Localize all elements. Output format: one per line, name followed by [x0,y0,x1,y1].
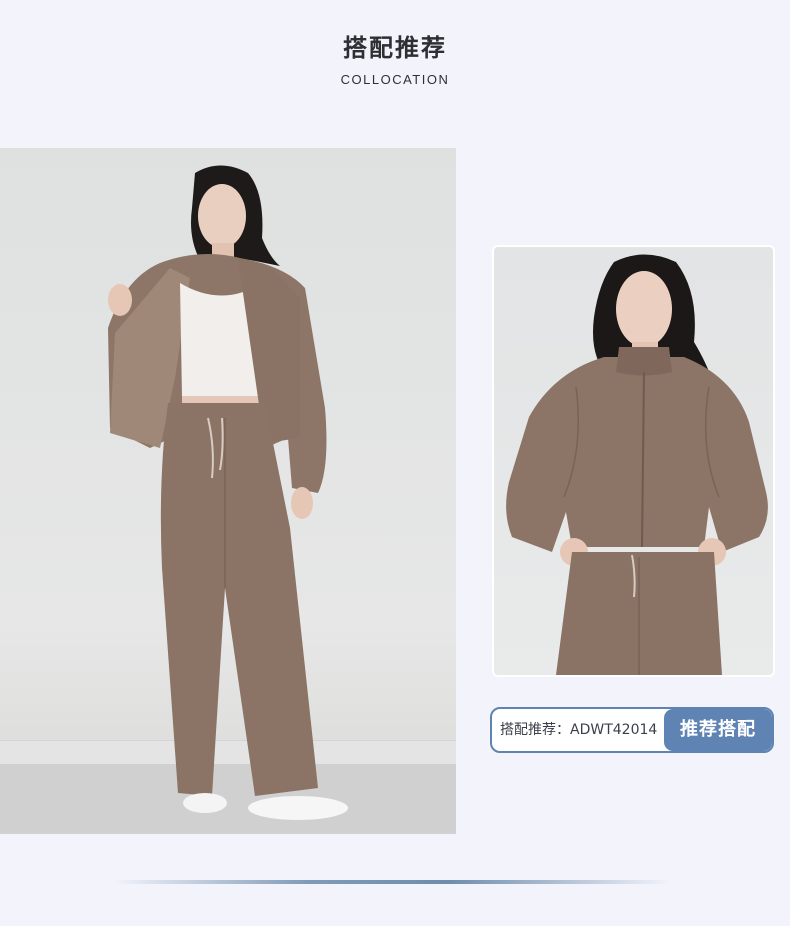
recommendation-label: 搭配推荐：ADWT42014 [500,722,658,738]
main-outfit-photo [0,148,456,834]
closeup-outfit-photo [492,245,775,677]
recommend-outfit-button[interactable]: 推荐搭配 [664,709,772,751]
section-subtitle: COLLOCATION [340,72,450,87]
model-closeup-illustration [506,254,768,675]
section-header: 搭配推荐 COLLOCATION [0,30,790,87]
section-title: 搭配推荐 [343,34,447,62]
recommendation-tag[interactable]: 搭配推荐：ADWT42014 推荐搭配 [490,707,774,753]
bottom-divider [112,880,672,884]
model-figure-illustration [108,165,348,820]
